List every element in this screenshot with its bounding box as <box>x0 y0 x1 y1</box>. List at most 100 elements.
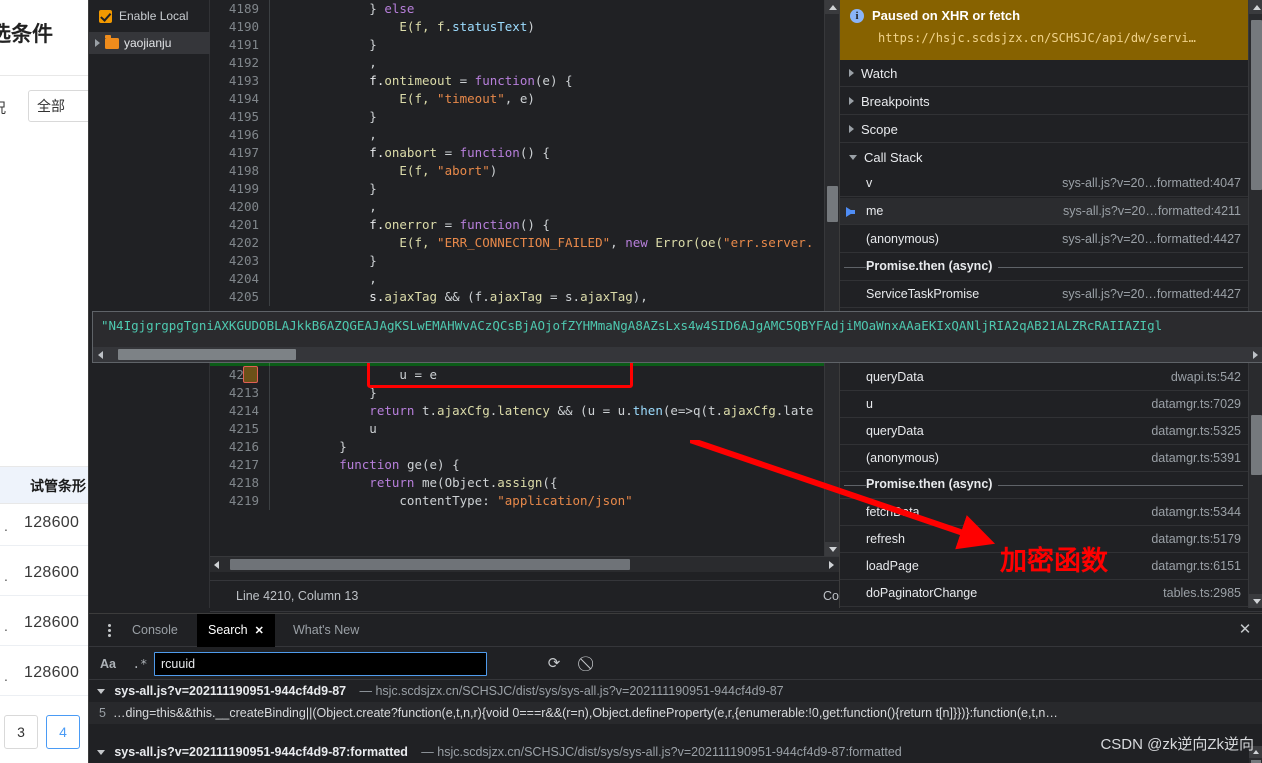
scroll-left-arrow-icon[interactable] <box>98 351 103 359</box>
line-number[interactable]: 4196 <box>210 126 270 144</box>
pagination-page-3[interactable]: 3 <box>4 715 38 749</box>
call-stack-row[interactable]: (anonymous) sys-all.js?v=20…formatted:44… <box>840 226 1249 253</box>
line-number[interactable]: 4190 <box>210 18 270 36</box>
row-prefix: . <box>4 618 8 634</box>
code-token: = s. <box>542 289 581 304</box>
call-stack-row[interactable]: ServiceTaskPromise sys-all.js?v=20…forma… <box>840 281 1249 308</box>
line-number[interactable]: 4201 <box>210 216 270 234</box>
search-result-file[interactable]: sys-all.js?v=202111190951-944cf4d9-87 — … <box>89 680 1262 702</box>
line-number[interactable]: 4199 <box>210 180 270 198</box>
line-number[interactable]: 4195 <box>210 108 270 126</box>
line-number[interactable]: 4191 <box>210 36 270 54</box>
line-number[interactable]: 4214 <box>210 402 270 420</box>
scroll-down-arrow-icon[interactable] <box>825 542 840 556</box>
drawer-close-icon[interactable]: ✕ <box>1237 622 1253 638</box>
tooltip-value-text: "N4IgjgrgpgTgniAXKGUDOBLAJkkB6AZQGEAJAgK… <box>101 318 1163 333</box>
line-number[interactable]: 4189 <box>210 0 270 18</box>
chevron-right-icon[interactable] <box>849 125 854 133</box>
call-stack-row-current[interactable]: me sys-all.js?v=20…formatted:4211 <box>840 198 1249 225</box>
enable-local-overrides-row[interactable]: Enable Local <box>93 4 210 28</box>
line-number[interactable]: 4217 <box>210 456 270 474</box>
filter-label: 况 <box>0 98 6 118</box>
scroll-down-arrow-icon[interactable] <box>1249 594 1262 608</box>
line-number[interactable]: 4216 <box>210 438 270 456</box>
chevron-right-icon[interactable] <box>849 69 854 77</box>
line-number[interactable]: 4218 <box>210 474 270 492</box>
overrides-folder-row[interactable]: yaojianju <box>89 32 210 54</box>
row-prefix: . <box>4 668 8 684</box>
section-scope[interactable]: Scope <box>840 116 1249 143</box>
scrollbar-thumb[interactable] <box>118 349 296 360</box>
line-number[interactable]: 4200 <box>210 198 270 216</box>
debugger-vertical-scrollbar[interactable] <box>1248 0 1262 608</box>
match-line-number: 5 <box>99 706 106 720</box>
call-stack-row[interactable]: v sys-all.js?v=20…formatted:4047 <box>840 170 1249 197</box>
line-number[interactable]: 4212 <box>210 366 270 384</box>
more-options-icon[interactable] <box>101 622 117 638</box>
line-number[interactable]: 4204 <box>210 270 270 288</box>
line-number[interactable]: 4194 <box>210 90 270 108</box>
search-result-file[interactable]: sys-all.js?v=202111190951-944cf4d9-87:fo… <box>89 742 1262 762</box>
code-token: ge(e) { <box>399 457 460 472</box>
result-file-path: — hsjc.scdsjzx.cn/SCHSJC/dist/sys/sys-al… <box>421 745 902 759</box>
call-stack-row[interactable]: queryData dwapi.ts:542 <box>840 364 1249 391</box>
scroll-left-arrow-icon[interactable] <box>214 561 219 569</box>
scrollbar-thumb[interactable] <box>1251 20 1262 190</box>
section-label: Breakpoints <box>861 93 930 109</box>
editor-vertical-scrollbar[interactable] <box>824 0 840 556</box>
section-breakpoints[interactable]: Breakpoints <box>840 88 1249 115</box>
line-number[interactable]: 4202 <box>210 234 270 252</box>
code-token: u = e <box>279 367 438 382</box>
close-icon[interactable]: ✕ <box>255 615 264 648</box>
tooltip-horizontal-scrollbar[interactable] <box>93 347 1262 362</box>
call-stack-row[interactable]: doPaginatorChange tables.ts:2985 <box>840 580 1249 607</box>
scroll-right-arrow-icon[interactable] <box>829 561 834 569</box>
chevron-down-icon[interactable] <box>97 689 105 695</box>
checkbox-checked-icon[interactable] <box>99 9 112 23</box>
search-result-match[interactable]: 5 …ding=this&&this.__createBinding||(Obj… <box>89 702 1262 724</box>
code-token: .late <box>775 403 814 418</box>
section-watch[interactable]: Watch <box>840 60 1249 87</box>
section-label: Watch <box>861 65 898 81</box>
call-stack-row[interactable]: (anonymous) datamgr.ts:5391 <box>840 445 1249 472</box>
paused-url: https://hsjc.scdsjzx.cn/SCHSJC/api/dw/se… <box>878 31 1196 45</box>
line-number[interactable]: 4213 <box>210 384 270 402</box>
scroll-up-arrow-icon[interactable] <box>1249 0 1262 14</box>
scroll-up-arrow-icon[interactable] <box>825 0 840 14</box>
code-token: } <box>279 253 377 268</box>
line-number[interactable]: 4197 <box>210 144 270 162</box>
line-number[interactable]: 4205 <box>210 288 270 306</box>
scrollbar-thumb-secondary[interactable] <box>1251 415 1262 475</box>
chevron-down-icon[interactable] <box>97 750 105 756</box>
line-number[interactable]: 4198 <box>210 162 270 180</box>
refresh-icon[interactable]: ⟳ <box>544 654 564 674</box>
line-number[interactable]: 4192 <box>210 54 270 72</box>
call-stack-location: datamgr.ts:7029 <box>1151 397 1241 411</box>
scroll-right-arrow-icon[interactable] <box>1253 351 1258 359</box>
search-input[interactable] <box>154 652 487 676</box>
chevron-right-icon[interactable] <box>95 39 100 47</box>
regex-icon[interactable]: .* <box>129 655 151 673</box>
tab-whats-new[interactable]: What's New <box>282 614 370 647</box>
scrollbar-thumb[interactable] <box>827 186 838 222</box>
tab-search[interactable]: Search ✕ <box>197 614 275 647</box>
line-number[interactable]: 4193 <box>210 72 270 90</box>
line-number[interactable]: 4215 <box>210 420 270 438</box>
chevron-right-icon[interactable] <box>849 97 854 105</box>
tab-console[interactable]: Console <box>121 614 189 647</box>
call-stack-row[interactable]: u datamgr.ts:7029 <box>840 391 1249 418</box>
chevron-down-icon[interactable] <box>849 154 857 160</box>
pagination-page-4-current[interactable]: 4 <box>46 715 80 749</box>
editor-horizontal-scrollbar[interactable] <box>210 556 839 572</box>
clear-icon[interactable]: ⃠ <box>579 654 599 674</box>
call-stack-row[interactable]: queryData datamgr.ts:5325 <box>840 418 1249 445</box>
call-stack-location: dwapi.ts:542 <box>1170 370 1241 384</box>
section-call-stack[interactable]: Call Stack <box>840 144 1249 171</box>
scrollbar-thumb[interactable] <box>230 559 630 570</box>
line-number[interactable]: 4219 <box>210 492 270 510</box>
call-stack-row[interactable]: fetchData datamgr.ts:5344 <box>840 499 1249 526</box>
match-case-icon[interactable]: Aa <box>95 655 121 673</box>
call-stack-async-separator: Promise.then (async) <box>840 472 1249 499</box>
call-stack-function: (anonymous) <box>866 232 939 246</box>
line-number[interactable]: 4203 <box>210 252 270 270</box>
